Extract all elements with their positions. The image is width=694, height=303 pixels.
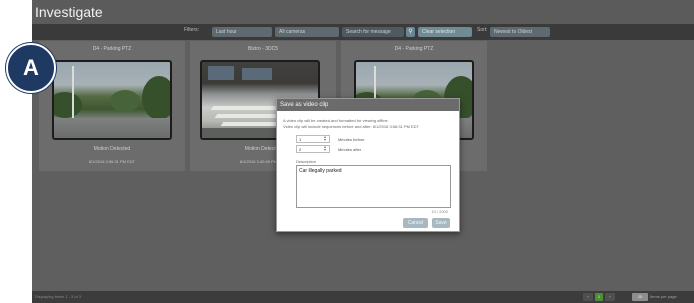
- event-type: Motion Detected: [93, 146, 131, 152]
- time-filter-dropdown[interactable]: Last hour: [212, 27, 272, 37]
- parking-lot: [54, 118, 170, 138]
- page-button-current[interactable]: 1: [595, 293, 603, 301]
- tree-shape: [54, 92, 82, 118]
- save-button[interactable]: Save: [432, 218, 450, 228]
- minutes-after-value: 2: [299, 147, 302, 152]
- callout-badge: A: [6, 43, 56, 93]
- title-bar: Investigate: [32, 0, 694, 24]
- items-per-page-input[interactable]: 25: [632, 293, 648, 301]
- desk-shape: [210, 106, 284, 110]
- minutes-before-label: Minutes before: [338, 137, 365, 142]
- next-page-button[interactable]: »: [605, 293, 615, 301]
- items-per-page-label: Items per page: [650, 294, 677, 299]
- pagination-footer: Displaying items 1 - 3 of 3 « 1 » 25 Ite…: [32, 291, 694, 303]
- stepper-arrows-icon[interactable]: [323, 136, 329, 142]
- dialog-description: A video clip will be created and formatt…: [283, 118, 389, 123]
- window-shape: [208, 66, 234, 80]
- camera-name: D4 - Parking PTZ: [92, 46, 132, 52]
- camera-name: D4 - Parking PTZ: [394, 46, 434, 52]
- character-counter: 19 / 2000: [431, 209, 448, 214]
- minutes-before-stepper[interactable]: 1: [296, 135, 330, 143]
- filter-toolbar: Filters: Last hour All cameras Search fo…: [32, 24, 694, 40]
- sort-dropdown[interactable]: Newest to Oldest: [490, 27, 550, 37]
- tree-shape: [142, 76, 170, 120]
- page-title: Investigate: [35, 4, 103, 20]
- app-window: Investigate Filters: Last hour All camer…: [0, 0, 694, 303]
- save-clip-dialog: Save as video clip A video clip will be …: [276, 98, 460, 232]
- cancel-button[interactable]: Cancel: [403, 218, 428, 228]
- tree-shape: [110, 90, 140, 112]
- event-card[interactable]: D4 - Parking PTZ Motion Detected 8/1/201…: [39, 41, 185, 171]
- stepper-arrows-icon[interactable]: [323, 146, 329, 152]
- camera-filter-dropdown[interactable]: All cameras: [275, 27, 339, 37]
- search-icon[interactable]: ⚲: [406, 27, 415, 37]
- dialog-description-detail: Video clip will include sequences before…: [283, 124, 420, 129]
- results-count: Displaying items 1 - 3 of 3: [35, 294, 82, 299]
- search-input[interactable]: Search for message: [342, 27, 404, 37]
- dialog-title: Save as video clip: [277, 99, 459, 111]
- description-label: Description: [296, 159, 317, 164]
- prev-page-button[interactable]: «: [583, 293, 593, 301]
- camera-name: Bistro - 3DC5: [247, 46, 278, 52]
- filters-label: Filters:: [184, 27, 199, 33]
- minutes-before-value: 1: [299, 137, 302, 142]
- minutes-after-label: Minutes after: [338, 147, 362, 152]
- light-pole: [72, 66, 74, 124]
- description-textarea[interactable]: Car illegally parked: [296, 165, 451, 208]
- description-value: Car illegally parked: [299, 168, 342, 174]
- minutes-after-stepper[interactable]: 2: [296, 145, 330, 153]
- clear-selection-button[interactable]: Clear selection: [418, 27, 472, 37]
- event-thumbnail[interactable]: [52, 60, 172, 140]
- sort-label: Sort:: [477, 27, 488, 33]
- event-time: 8/1/2016 3:56:31 PM EDT: [88, 159, 136, 164]
- window-shape: [242, 68, 272, 80]
